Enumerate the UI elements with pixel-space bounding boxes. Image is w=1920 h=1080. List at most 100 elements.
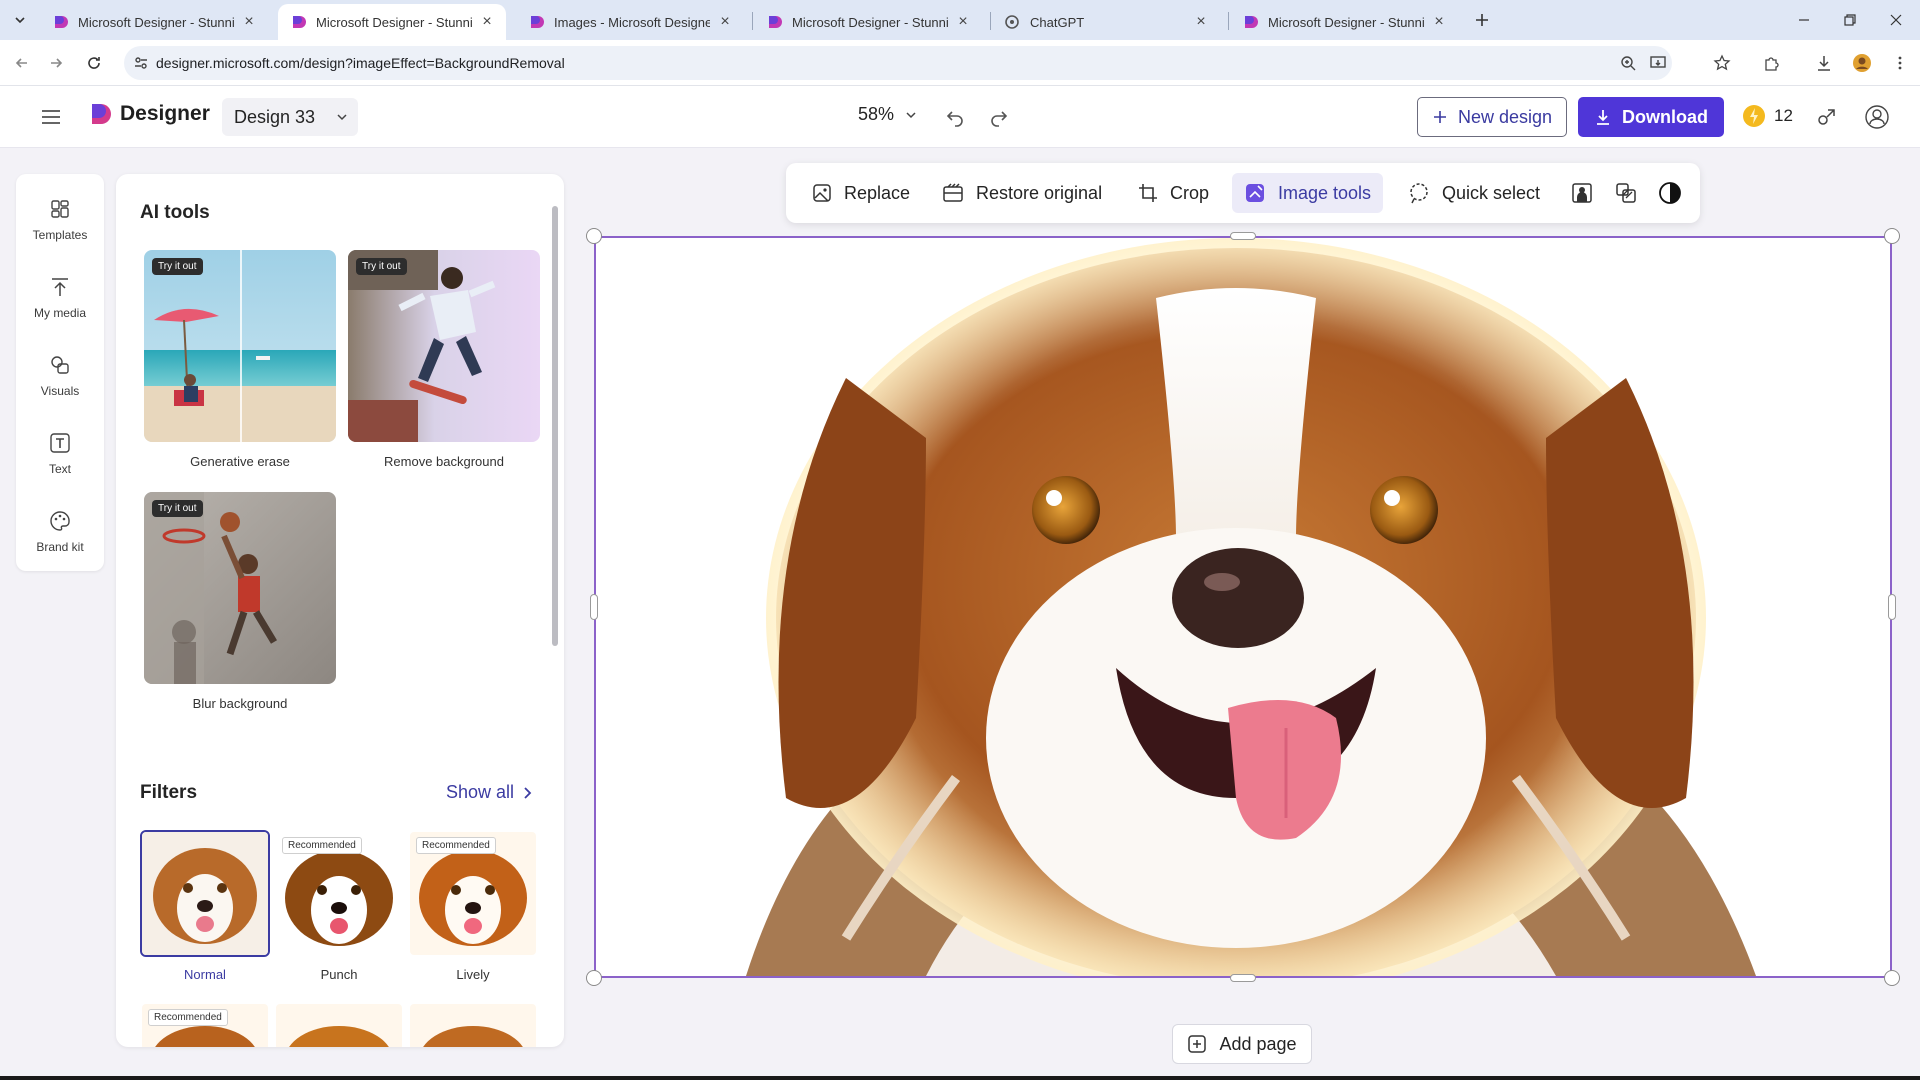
- tool-generative-erase[interactable]: Try it out Generative erase: [144, 250, 336, 469]
- tab-title: Microsoft Designer - Stunning designs in…: [792, 14, 948, 30]
- add-page-button[interactable]: Add page: [1172, 1024, 1312, 1064]
- new-tab-button[interactable]: [1468, 6, 1496, 34]
- browser-tab-3[interactable]: Images - Microsoft Designer ×: [516, 4, 744, 40]
- image-tools-button[interactable]: Image tools: [1232, 173, 1384, 213]
- resize-handle-top[interactable]: [1230, 232, 1256, 240]
- close-tab-icon[interactable]: ×: [954, 13, 972, 31]
- close-window-button[interactable]: [1876, 6, 1916, 34]
- account-button[interactable]: [1864, 104, 1890, 130]
- rail-label: Templates: [32, 228, 88, 242]
- restore-original-button[interactable]: Restore original: [930, 173, 1114, 213]
- filter-label: Lively: [456, 967, 490, 982]
- close-tab-icon[interactable]: ×: [1192, 13, 1210, 31]
- designer-logo-icon: [92, 104, 111, 124]
- browser-tab-strip: Microsoft Designer - Stunning designs in…: [0, 0, 1920, 40]
- browser-tab-2[interactable]: Microsoft Designer - Stunning designs in…: [278, 4, 506, 40]
- forward-button[interactable]: [42, 49, 70, 77]
- panel-scrollbar[interactable]: [552, 206, 558, 646]
- install-icon: [1650, 56, 1666, 68]
- dog-image[interactable]: [596, 238, 1890, 976]
- close-tab-icon[interactable]: ×: [716, 13, 734, 31]
- reload-button[interactable]: [80, 49, 108, 77]
- tab-search-button[interactable]: [6, 6, 34, 34]
- filter-label: Normal: [184, 967, 226, 982]
- layers-button[interactable]: [1610, 177, 1642, 209]
- close-tab-icon[interactable]: ×: [240, 13, 258, 31]
- brand-name: Designer: [120, 102, 210, 125]
- rail-item-templates[interactable]: Templates: [16, 188, 104, 254]
- filter-thumbnail: [274, 1002, 404, 1047]
- download-button[interactable]: Download: [1578, 97, 1724, 137]
- install-app-button[interactable]: [1646, 51, 1670, 75]
- bookmark-button[interactable]: [1710, 51, 1734, 75]
- site-info-icon[interactable]: [133, 55, 149, 71]
- generative-erase-thumbnail: Try it out: [144, 250, 336, 442]
- browser-menu-button[interactable]: [1888, 51, 1912, 75]
- rail-item-my-media[interactable]: My media: [16, 266, 104, 332]
- filter-normal[interactable]: Normal: [140, 830, 270, 982]
- quick-select-button[interactable]: Quick select: [1396, 173, 1552, 213]
- filter-row2-item[interactable]: Recommended: [140, 1002, 270, 1047]
- arrow-right-icon: [51, 58, 63, 68]
- browser-tab-1[interactable]: Microsoft Designer - Stunning designs in…: [40, 4, 268, 40]
- brand[interactable]: Designer: [90, 102, 210, 126]
- rail-item-brand-kit[interactable]: Brand kit: [16, 500, 104, 566]
- back-button[interactable]: [8, 49, 36, 77]
- new-design-button[interactable]: New design: [1417, 97, 1567, 137]
- menu-button[interactable]: [38, 104, 64, 130]
- resize-handle-bottom[interactable]: [1230, 974, 1256, 982]
- adjust-button[interactable]: [1654, 177, 1686, 209]
- filter-normal-thumbnail: [140, 830, 270, 957]
- share-icon: [1818, 109, 1835, 125]
- designer-favicon-icon: [293, 16, 306, 28]
- layers-icon: [1616, 183, 1636, 203]
- design-name-dropdown[interactable]: Design 33: [222, 98, 358, 136]
- filter-lively[interactable]: Recommended Lively: [408, 830, 538, 982]
- rail-item-visuals[interactable]: Visuals: [16, 344, 104, 410]
- undo-button[interactable]: [942, 104, 968, 130]
- show-all-link[interactable]: Show all: [446, 782, 532, 803]
- downloads-button[interactable]: [1812, 51, 1836, 75]
- minimize-button[interactable]: [1784, 6, 1824, 34]
- crop-button[interactable]: Crop: [1126, 173, 1221, 213]
- browser-tab-5[interactable]: ChatGPT ×: [992, 4, 1220, 40]
- close-tab-icon[interactable]: ×: [478, 13, 496, 31]
- tool-remove-background[interactable]: Try it out Remove background: [348, 250, 540, 469]
- extensions-button[interactable]: [1760, 51, 1784, 75]
- tools-panel: AI tools Try it out Generative erase Try…: [116, 174, 564, 1047]
- minimize-icon: [1799, 19, 1809, 21]
- filter-row2-item[interactable]: [408, 1002, 538, 1047]
- coin-icon: [1743, 105, 1765, 127]
- background-remove-button[interactable]: [1566, 177, 1598, 209]
- design-canvas[interactable]: [594, 236, 1892, 978]
- resize-handle-top-right[interactable]: [1884, 228, 1900, 244]
- resize-handle-left[interactable]: [590, 594, 598, 620]
- visuals-icon: [47, 352, 73, 378]
- resize-handle-top-left[interactable]: [586, 228, 602, 244]
- tool-blur-background[interactable]: Try it out Blur background: [144, 492, 336, 711]
- share-button[interactable]: [1814, 104, 1840, 130]
- replace-button[interactable]: Replace: [800, 173, 922, 213]
- zoom-dropdown[interactable]: 58%: [858, 104, 918, 125]
- boost-credits[interactable]: 12: [1742, 104, 1793, 128]
- avatar-icon: [1853, 54, 1871, 72]
- restore-button[interactable]: [1830, 6, 1870, 34]
- contrast-icon: [1659, 182, 1681, 204]
- filter-row2-item[interactable]: [274, 1002, 404, 1047]
- text-icon: [47, 430, 73, 456]
- resize-handle-right[interactable]: [1888, 594, 1896, 620]
- filter-punch[interactable]: Recommended Punch: [274, 830, 404, 982]
- rail-item-text[interactable]: Text: [16, 422, 104, 488]
- browser-tab-4[interactable]: Microsoft Designer - Stunning designs in…: [754, 4, 982, 40]
- rail-label: Visuals: [40, 384, 80, 398]
- recommended-badge: Recommended: [282, 837, 362, 854]
- browser-tab-6[interactable]: Microsoft Designer - Stunning designs in…: [1230, 4, 1458, 40]
- address-bar[interactable]: designer.microsoft.com/design?imageEffec…: [124, 46, 1672, 80]
- zoom-button[interactable]: [1616, 51, 1640, 75]
- resize-handle-bottom-left[interactable]: [586, 970, 602, 986]
- redo-button[interactable]: [986, 104, 1012, 130]
- resize-handle-bottom-right[interactable]: [1884, 970, 1900, 986]
- zoom-icon: [1621, 56, 1636, 71]
- profile-avatar[interactable]: [1850, 51, 1874, 75]
- close-tab-icon[interactable]: ×: [1430, 13, 1448, 31]
